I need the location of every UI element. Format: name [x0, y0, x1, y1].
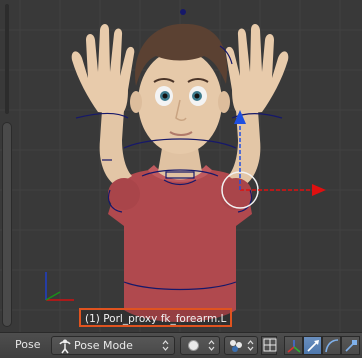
character-model — [71, 23, 289, 322]
viewport-header: Pose Pose Mode — [0, 332, 362, 358]
object-info-label: (1) Porl_proxy fk_forearm.L — [79, 308, 233, 327]
mode-select[interactable]: Pose Mode — [51, 336, 175, 355]
manipulator-toggle-button[interactable] — [284, 336, 303, 355]
3d-viewport[interactable]: (1) Porl_proxy fk_forearm.L — [0, 0, 362, 332]
snap-toggle-button[interactable] — [261, 336, 277, 355]
viewport-scrollbar[interactable] — [2, 4, 12, 327]
translate-manipulator-button[interactable] — [303, 336, 322, 355]
pivot-point-icon — [230, 340, 242, 352]
mode-select-value: Pose Mode — [74, 339, 133, 352]
axes-manipulator-icon — [287, 340, 301, 353]
scale-manipulator-button[interactable] — [341, 336, 360, 355]
scale-icon — [345, 340, 357, 352]
updown-arrow-icon — [208, 340, 215, 351]
axis-x-arrow[interactable] — [312, 184, 326, 196]
scrollbar-track — [5, 4, 9, 114]
updown-arrow-icon — [162, 340, 169, 351]
viewport-shading-select[interactable] — [180, 336, 220, 355]
pose-mode-icon — [59, 339, 71, 354]
rotate-manipulator-button[interactable] — [322, 336, 341, 355]
arc-icon — [325, 339, 339, 353]
arrow-icon — [307, 340, 319, 352]
pivot-point-select[interactable] — [224, 336, 258, 355]
solid-sphere-icon — [188, 340, 199, 351]
scrollbar-thumb[interactable] — [2, 122, 12, 327]
snap-icon — [263, 338, 277, 352]
pose-menu[interactable]: Pose — [15, 338, 40, 351]
head-target-marker[interactable] — [180, 9, 186, 15]
updown-arrow-icon — [247, 340, 254, 351]
viewport-scene[interactable] — [0, 0, 362, 332]
